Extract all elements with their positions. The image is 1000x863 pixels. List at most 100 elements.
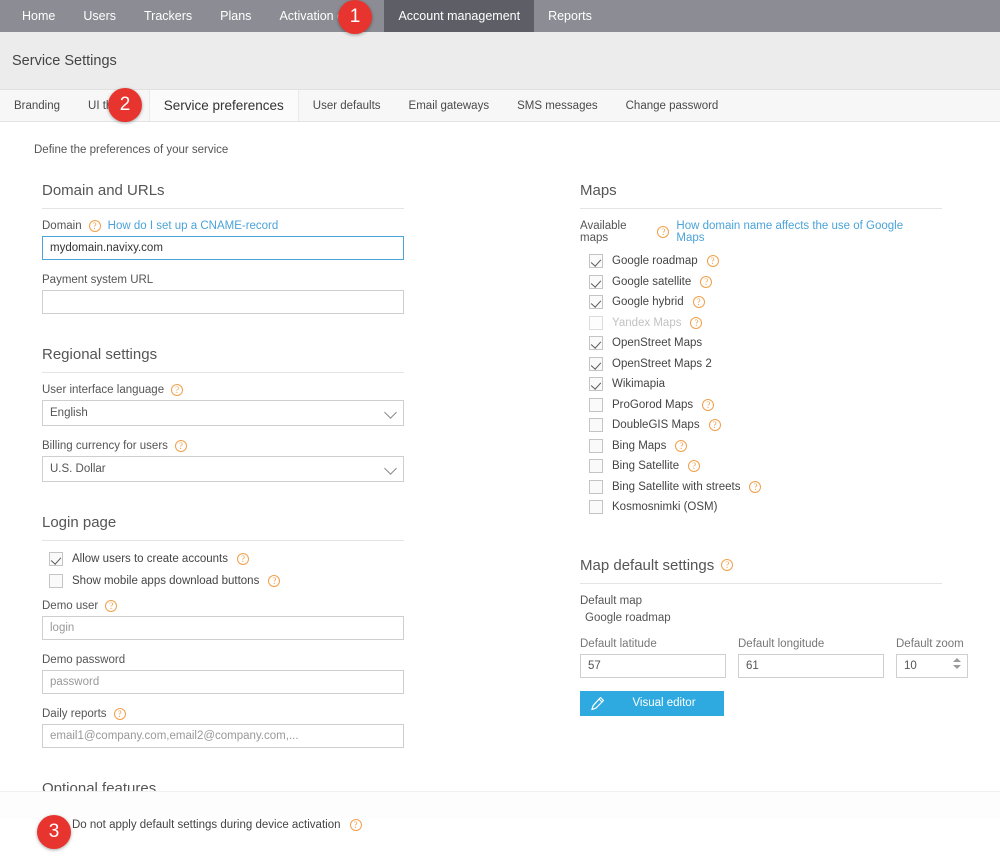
tab-sms-messages[interactable]: SMS messages [503, 90, 612, 121]
map-checkbox-google-satellite[interactable] [589, 274, 603, 289]
allow-create-accounts-checkbox[interactable] [49, 552, 63, 566]
list-item[interactable]: Google hybrid ? [589, 295, 910, 309]
tab-email-gateways[interactable]: Email gateways [395, 90, 504, 121]
map-checkbox-bing-maps[interactable] [589, 438, 603, 453]
map-checkbox-openstreet-maps[interactable] [589, 336, 603, 350]
list-item[interactable]: Google roadmap ? [589, 254, 910, 268]
demo-password-label: Demo password [42, 654, 126, 666]
section-divider [580, 208, 942, 209]
stepper-up-icon[interactable] [952, 657, 961, 662]
map-checkbox-bing-satellite[interactable] [589, 459, 603, 473]
help-icon[interactable]: ? [268, 575, 281, 587]
topnav-item-users[interactable]: Users [69, 0, 130, 32]
section-divider [42, 540, 404, 541]
allow-create-accounts-row[interactable]: Allow users to create accounts ? [49, 552, 490, 566]
section-title-map-default-settings: Map default settings ? [580, 557, 910, 574]
help-icon[interactable]: ? [105, 600, 118, 612]
list-item[interactable]: DoubleGIS Maps ? [589, 418, 910, 432]
topnav-item-home[interactable]: Home [8, 0, 69, 32]
visual-editor-button[interactable]: Visual editor [580, 690, 724, 716]
demo-password-input[interactable] [42, 670, 404, 694]
map-checkbox-progorod-maps[interactable] [589, 397, 603, 412]
map-checkbox-google-roadmap[interactable] [589, 254, 603, 268]
help-icon[interactable]: ? [171, 384, 184, 396]
section-title-regional-settings: Regional settings [42, 346, 158, 363]
section-title-login-page: Login page [42, 514, 117, 531]
help-icon[interactable]: ? [692, 296, 705, 308]
help-icon[interactable]: ? [700, 275, 713, 288]
map-label: Bing Maps [612, 439, 667, 452]
google-maps-domain-link[interactable]: How domain name affects the use of Googl… [676, 220, 910, 244]
default-longitude-input[interactable] [738, 653, 884, 678]
currency-select-wrapper: U.S. Dollar [42, 456, 404, 482]
map-coordinates-row: Default latitude Default longitude Defau… [580, 637, 968, 678]
help-icon[interactable]: ? [688, 460, 701, 472]
domain-input[interactable] [42, 236, 404, 260]
section-title-domain-urls: Domain and URLs [42, 182, 165, 199]
help-icon[interactable]: ? [236, 553, 249, 565]
daily-reports-input[interactable] [42, 724, 404, 748]
map-checkbox-wikimapia[interactable] [589, 377, 603, 391]
help-icon[interactable]: ? [706, 255, 719, 267]
section-title-maps: Maps [580, 182, 617, 199]
help-icon[interactable]: ? [174, 440, 187, 452]
help-icon[interactable]: ? [657, 226, 670, 238]
list-item[interactable]: OpenStreet Maps 2 [589, 356, 910, 371]
quantity-stepper[interactable] [952, 657, 961, 674]
help-icon[interactable]: ? [721, 559, 734, 571]
help-icon[interactable]: ? [349, 819, 362, 831]
map-checkbox-openstreet-maps-2[interactable] [589, 356, 603, 371]
topnav-item-trackers[interactable]: Trackers [130, 0, 206, 32]
currency-select[interactable]: U.S. Dollar [42, 456, 404, 482]
help-icon[interactable]: ? [749, 480, 762, 493]
help-icon[interactable]: ? [702, 398, 715, 411]
language-label: User interface language [42, 384, 165, 396]
topnav-item-plans[interactable]: Plans [206, 0, 265, 32]
payment-system-url-input[interactable] [42, 290, 404, 314]
map-checkbox-yandex-maps [589, 315, 603, 330]
tab-user-defaults[interactable]: User defaults [299, 90, 395, 121]
list-item[interactable]: Google satellite ? [589, 274, 910, 289]
help-icon[interactable]: ? [708, 419, 721, 431]
map-checkbox-kosmosnimki-osm[interactable] [589, 500, 603, 514]
map-checkbox-google-hybrid[interactable] [589, 295, 603, 309]
list-item: Yandex Maps ? [589, 315, 910, 330]
topnav-item-account-management[interactable]: Account management [384, 0, 535, 32]
map-checkbox-bing-satellite-streets[interactable] [589, 479, 603, 494]
allow-create-accounts-label: Allow users to create accounts [72, 553, 228, 565]
list-item[interactable]: Bing Satellite with streets ? [589, 479, 910, 494]
language-select[interactable]: English [42, 400, 404, 426]
tab-change-password[interactable]: Change password [612, 90, 733, 121]
help-icon[interactable]: ? [675, 439, 688, 452]
right-column: Maps Available maps ? How domain name af… [490, 182, 968, 840]
topnav-item-reports[interactable]: Reports [534, 0, 606, 32]
default-latitude-label: Default latitude [580, 637, 657, 650]
show-mobile-apps-row[interactable]: Show mobile apps download buttons ? [49, 574, 490, 588]
list-item[interactable]: Wikimapia [589, 377, 910, 391]
list-item[interactable]: Bing Satellite ? [589, 459, 910, 473]
tab-service-preferences[interactable]: Service preferences [148, 90, 299, 121]
section-divider [580, 582, 942, 584]
demo-password-label-row: Demo password [42, 654, 490, 666]
tab-branding[interactable]: Branding [0, 90, 74, 121]
help-icon[interactable]: ? [690, 316, 703, 329]
map-label: Kosmosnimki (OSM) [612, 501, 718, 513]
demo-user-label: Demo user [42, 600, 99, 612]
demo-user-input[interactable] [42, 616, 404, 640]
default-zoom-wrapper [896, 653, 968, 678]
cname-record-link[interactable]: How do I set up a CNAME-record [108, 220, 279, 232]
show-mobile-apps-checkbox[interactable] [49, 574, 63, 588]
available-maps-label-row: Available maps ? How domain name affects… [580, 220, 910, 244]
stepper-down-icon[interactable] [952, 664, 961, 669]
list-item[interactable]: Bing Maps ? [589, 438, 910, 453]
help-icon[interactable]: ? [88, 220, 101, 232]
help-icon[interactable]: ? [113, 708, 126, 720]
visual-editor-label: Visual editor [632, 697, 696, 709]
map-checkbox-doublegis-maps[interactable] [589, 418, 603, 432]
list-item[interactable]: Kosmosnimki (OSM) [589, 500, 910, 514]
map-label: Bing Satellite with streets [612, 480, 741, 493]
list-item[interactable]: OpenStreet Maps [589, 336, 910, 350]
no-default-settings-row[interactable]: Do not apply default settings during dev… [49, 818, 490, 832]
list-item[interactable]: ProGorod Maps ? [589, 397, 910, 412]
default-latitude-input[interactable] [580, 653, 726, 678]
